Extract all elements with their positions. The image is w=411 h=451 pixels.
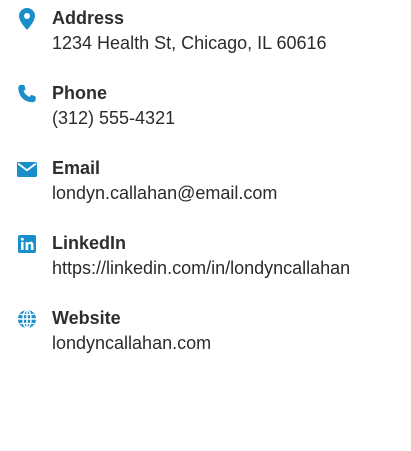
email-label: Email — [52, 158, 101, 178]
linkedin-value[interactable]: https://linkedin.com/in/londyncallahan — [52, 255, 352, 282]
linkedin-label: LinkedIn — [52, 233, 127, 253]
contact-item-linkedin: LinkedIn https://linkedin.com/in/londync… — [16, 231, 396, 282]
contact-list: Address 1234 Health St, Chicago, IL 6061… — [16, 6, 396, 357]
contact-item-address: Address 1234 Health St, Chicago, IL 6061… — [16, 6, 396, 57]
envelope-icon — [16, 158, 38, 180]
contact-item-phone: Phone (312) 555-4321 — [16, 81, 396, 132]
phone-icon — [16, 83, 38, 105]
contact-item-email: Email londyn.callahan@email.com — [16, 156, 396, 207]
website-value[interactable]: londyncallahan.com — [52, 330, 342, 357]
location-pin-icon — [16, 8, 38, 30]
website-label: Website — [52, 308, 121, 328]
globe-icon — [16, 308, 38, 330]
contact-item-website: Website londyncallahan.com — [16, 306, 396, 357]
address-value: 1234 Health St, Chicago, IL 60616 — [52, 33, 327, 53]
phone-value[interactable]: (312) 555-4321 — [52, 105, 342, 132]
phone-label: Phone — [52, 83, 108, 103]
address-label: Address — [52, 8, 125, 28]
email-value[interactable]: londyn.callahan@email.com — [52, 180, 342, 207]
linkedin-icon — [16, 233, 38, 255]
